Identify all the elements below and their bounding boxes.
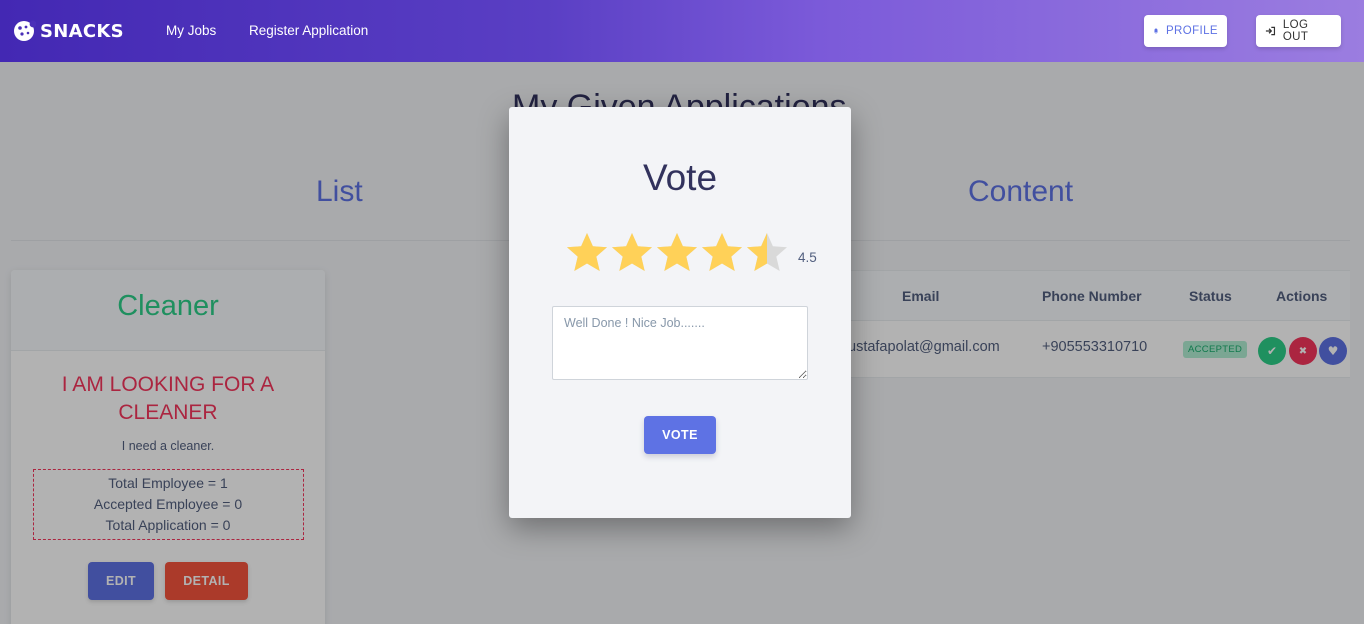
brand-name: SNACKS: [40, 20, 124, 42]
bell-icon: [1153, 28, 1158, 34]
star-icon[interactable]: [610, 231, 654, 275]
star-rating[interactable]: [565, 231, 789, 275]
cookie-logo-icon: [14, 20, 36, 41]
sign-out-icon: [1265, 26, 1276, 36]
profile-label: PROFILE: [1165, 25, 1218, 37]
vote-button[interactable]: VOTE: [644, 416, 716, 454]
logout-button[interactable]: LOG OUT: [1256, 15, 1341, 47]
nav-link-register-application[interactable]: Register Application: [249, 23, 368, 38]
star-icon[interactable]: [565, 231, 609, 275]
profile-button[interactable]: PROFILE: [1144, 15, 1227, 47]
star-icon[interactable]: [700, 231, 744, 275]
star-icon[interactable]: [745, 231, 789, 275]
nav-link-my-jobs[interactable]: My Jobs: [166, 23, 216, 38]
star-icon[interactable]: [655, 231, 699, 275]
rating-value: 4.5: [798, 250, 817, 265]
comment-textarea[interactable]: Well Done ! Nice Job.......: [552, 306, 808, 380]
brand[interactable]: SNACKS: [12, 19, 124, 43]
modal-title: Vote: [642, 157, 718, 198]
logout-label: LOG OUT: [1282, 19, 1309, 43]
vote-modal: Vote 4.5 Well Done ! Nice Job....... VOT…: [509, 107, 851, 518]
top-navbar: SNACKS My Jobs Register Application PROF…: [0, 0, 1364, 62]
